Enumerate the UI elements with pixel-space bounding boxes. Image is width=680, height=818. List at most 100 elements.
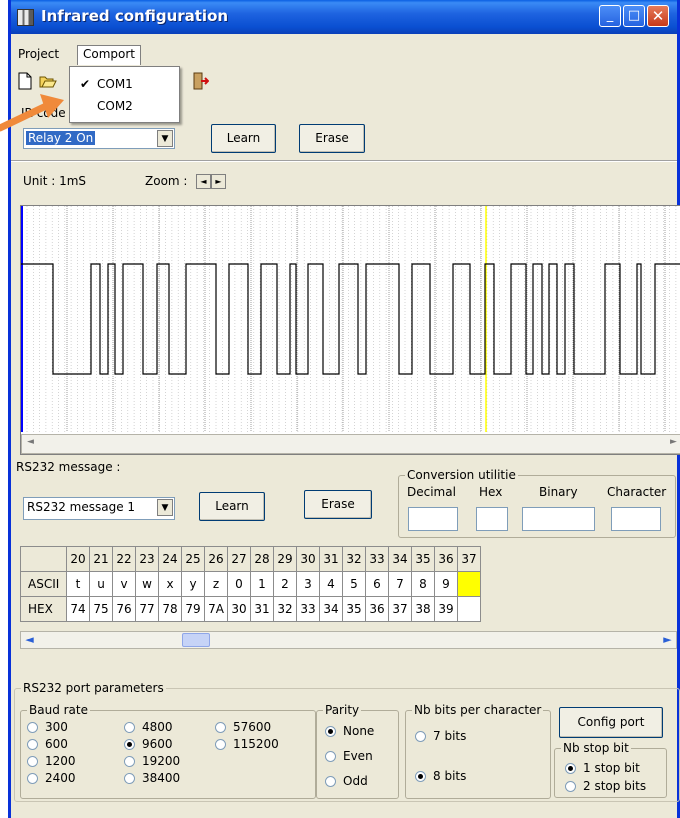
ascii-cell[interactable]: u (89, 571, 113, 597)
hex-field[interactable] (476, 507, 508, 531)
menu-project[interactable]: Project (13, 46, 64, 63)
menu-comport[interactable]: Comport (77, 45, 142, 65)
maximize-button[interactable]: □ (623, 5, 645, 27)
scroll-thumb[interactable] (182, 633, 210, 647)
hex-cell[interactable]: 77 (135, 596, 159, 622)
hex-cell[interactable]: 37 (388, 596, 412, 622)
scroll-left-icon[interactable]: ◄ (21, 632, 38, 647)
binary-field[interactable] (522, 507, 595, 531)
column-header[interactable]: 25 (181, 546, 205, 572)
ascii-cell[interactable]: 7 (388, 571, 412, 597)
ascii-cell[interactable]: 3 (296, 571, 320, 597)
hex-cell[interactable] (457, 596, 481, 622)
column-header[interactable]: 29 (273, 546, 297, 572)
ascii-cell[interactable]: y (181, 571, 205, 597)
scroll-right-icon[interactable]: ► (659, 632, 676, 647)
baud-radio-600[interactable] (27, 739, 38, 750)
ascii-cell[interactable]: x (158, 571, 182, 597)
baud-radio-19200[interactable] (124, 756, 135, 767)
ascii-cell[interactable]: w (135, 571, 159, 597)
zoom-out-button[interactable]: ◄ (196, 174, 211, 189)
rs232-learn-button[interactable]: Learn (199, 492, 265, 521)
table-scrollbar[interactable]: ◄ ► (20, 631, 677, 649)
rs232-erase-button[interactable]: Erase (304, 490, 372, 519)
decimal-field[interactable] (408, 507, 458, 531)
ascii-cell[interactable]: v (112, 571, 136, 597)
column-header[interactable]: 24 (158, 546, 182, 572)
column-header[interactable]: 23 (135, 546, 159, 572)
column-header[interactable]: 20 (66, 546, 90, 572)
scroll-right-icon[interactable]: ► (665, 435, 680, 450)
column-header[interactable]: 33 (365, 546, 389, 572)
column-header[interactable]: 22 (112, 546, 136, 572)
signal-scrollbar[interactable]: ◄ ► (21, 434, 680, 454)
hex-cell[interactable]: 7A (204, 596, 228, 622)
menu-item-com2[interactable]: COM2 (70, 96, 179, 116)
hex-cell[interactable]: 36 (365, 596, 389, 622)
minimize-button[interactable]: _ (599, 5, 621, 27)
baud-radio-2400[interactable] (27, 773, 38, 784)
hex-cell[interactable]: 79 (181, 596, 205, 622)
ascii-cell[interactable]: 6 (365, 571, 389, 597)
ascii-cell[interactable] (457, 571, 481, 597)
parity-radio-even[interactable] (325, 751, 336, 762)
column-header[interactable]: 36 (434, 546, 458, 572)
baud-radio-300[interactable] (27, 722, 38, 733)
stop-radio-0[interactable] (565, 763, 576, 774)
ascii-cell[interactable]: z (204, 571, 228, 597)
ascii-cell[interactable]: 5 (342, 571, 366, 597)
ascii-cell[interactable]: 0 (227, 571, 251, 597)
ascii-cell[interactable]: 9 (434, 571, 458, 597)
column-header[interactable]: 26 (204, 546, 228, 572)
column-header[interactable]: 31 (319, 546, 343, 572)
character-field[interactable] (611, 507, 661, 531)
hex-cell[interactable]: 75 (89, 596, 113, 622)
column-header[interactable]: 32 (342, 546, 366, 572)
hex-cell[interactable]: 33 (296, 596, 320, 622)
column-header[interactable]: 37 (457, 546, 481, 572)
rs232-message-select[interactable]: RS232 message 1 ▼ (23, 497, 175, 520)
hex-cell[interactable]: 39 (434, 596, 458, 622)
hex-cell[interactable]: 74 (66, 596, 90, 622)
ascii-cell[interactable]: 2 (273, 571, 297, 597)
menu-item-com1[interactable]: ✔ COM1 (70, 74, 179, 94)
close-button[interactable]: ✕ (647, 5, 669, 27)
hex-cell[interactable]: 78 (158, 596, 182, 622)
baud-radio-4800[interactable] (124, 722, 135, 733)
zoom-in-button[interactable]: ► (211, 174, 226, 189)
parity-radio-none[interactable] (325, 726, 336, 737)
baud-radio-38400[interactable] (124, 773, 135, 784)
ascii-cell[interactable]: 8 (411, 571, 435, 597)
column-header[interactable]: 30 (296, 546, 320, 572)
column-header[interactable]: 21 (89, 546, 113, 572)
ir-erase-button[interactable]: Erase (299, 124, 365, 153)
hex-cell[interactable]: 30 (227, 596, 251, 622)
column-header[interactable]: 35 (411, 546, 435, 572)
ir-signal-view[interactable]: ◄ ► (20, 205, 680, 455)
scroll-left-icon[interactable]: ◄ (22, 435, 39, 450)
parity-radio-odd[interactable] (325, 776, 336, 787)
column-header[interactable]: 34 (388, 546, 412, 572)
stop-radio-1[interactable] (565, 781, 576, 792)
bits-radio-1[interactable] (415, 771, 426, 782)
config-port-button[interactable]: Config port (559, 707, 663, 738)
hex-cell[interactable]: 34 (319, 596, 343, 622)
hex-cell[interactable]: 32 (273, 596, 297, 622)
ascii-cell[interactable]: t (66, 571, 90, 597)
ascii-cell[interactable]: 1 (250, 571, 274, 597)
column-header[interactable]: 28 (250, 546, 274, 572)
title-bar[interactable]: Infrared configuration _ □ ✕ (11, 0, 677, 34)
exit-icon[interactable] (191, 72, 209, 90)
hex-cell[interactable]: 76 (112, 596, 136, 622)
baud-radio-115200[interactable] (215, 739, 226, 750)
ascii-cell[interactable]: 4 (319, 571, 343, 597)
ir-learn-button[interactable]: Learn (211, 124, 276, 153)
baud-radio-57600[interactable] (215, 722, 226, 733)
hex-cell[interactable]: 31 (250, 596, 274, 622)
hex-cell[interactable]: 38 (411, 596, 435, 622)
bits-radio-0[interactable] (415, 731, 426, 742)
baud-radio-9600[interactable] (124, 739, 135, 750)
column-header[interactable]: 27 (227, 546, 251, 572)
hex-cell[interactable]: 35 (342, 596, 366, 622)
baud-radio-1200[interactable] (27, 756, 38, 767)
